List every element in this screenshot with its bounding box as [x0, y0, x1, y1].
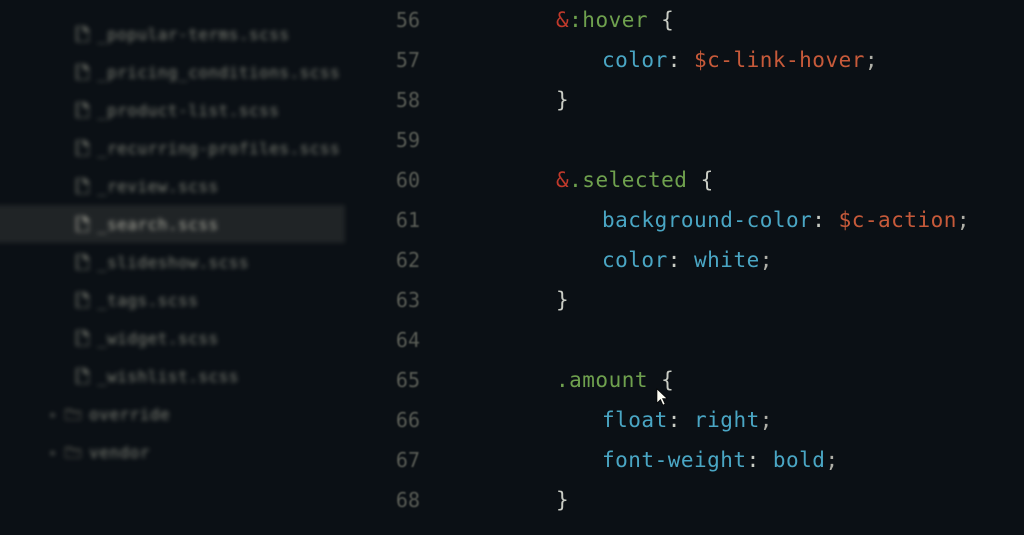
file-icon — [75, 254, 89, 270]
code-editor[interactable]: &:hover { color: $c-link-hover; } &.sele… — [430, 0, 1024, 535]
file-item-active[interactable]: _search.scss — [0, 205, 345, 243]
file-item[interactable]: _tags.scss — [55, 281, 365, 319]
file-label: _popular-terms.scss — [97, 25, 290, 44]
line-number: 68 — [365, 480, 430, 520]
code-line: } — [510, 80, 1024, 120]
file-item[interactable]: _widget.scss — [55, 319, 365, 357]
code-line — [510, 120, 1024, 160]
file-icon — [75, 26, 89, 42]
file-label: _review.scss — [97, 177, 219, 196]
line-number: 58 — [365, 80, 430, 120]
file-item[interactable]: _recurring-profiles.scss — [55, 129, 365, 167]
code-line: } — [510, 480, 1024, 520]
file-icon — [75, 292, 89, 308]
file-item[interactable]: _popular-terms.scss — [55, 15, 365, 53]
line-number: 57 — [365, 40, 430, 80]
file-label: _widget.scss — [97, 329, 219, 348]
line-number: 62 — [365, 240, 430, 280]
file-item[interactable]: _product-list.scss — [55, 91, 365, 129]
line-number: 61 — [365, 200, 430, 240]
code-line: &.selected { — [510, 160, 1024, 200]
code-line: .amount { — [510, 360, 1024, 400]
file-label: _search.scss — [97, 215, 219, 234]
file-label: _recurring-profiles.scss — [97, 139, 340, 158]
file-item[interactable]: _slideshow.scss — [55, 243, 365, 281]
code-line: float: right; — [510, 400, 1024, 440]
file-icon — [75, 178, 89, 194]
file-item[interactable]: _wishlist.scss — [55, 357, 365, 395]
file-label: _slideshow.scss — [97, 253, 249, 272]
file-label: _tags.scss — [97, 291, 198, 310]
file-icon — [75, 368, 89, 384]
line-number-gutter: 56 57 58 59 60 61 62 63 64 65 66 67 68 — [365, 0, 430, 535]
code-line: color: $c-link-hover; — [510, 40, 1024, 80]
code-line: font-weight: bold; — [510, 440, 1024, 480]
file-label: _wishlist.scss — [97, 367, 239, 386]
folder-icon — [65, 408, 81, 420]
folder-label: override — [89, 405, 170, 424]
file-tree: _popular-terms.scss _pricing_conditions.… — [0, 0, 365, 535]
file-label: _product-list.scss — [97, 101, 279, 120]
code-line: background-color: $c-action; — [510, 200, 1024, 240]
file-icon — [75, 216, 89, 232]
code-line: color: white; — [510, 240, 1024, 280]
file-icon — [75, 330, 89, 346]
code-line: } — [510, 280, 1024, 320]
line-number: 59 — [365, 120, 430, 160]
chevron-right-icon: ▸ — [50, 446, 57, 459]
file-item[interactable]: _pricing_conditions.scss — [55, 53, 365, 91]
file-item[interactable]: _review.scss — [55, 167, 365, 205]
line-number: 63 — [365, 280, 430, 320]
folder-item[interactable]: ▸ vendor — [30, 433, 365, 471]
line-number: 67 — [365, 440, 430, 480]
file-label: _pricing_conditions.scss — [97, 63, 340, 82]
file-icon — [75, 102, 89, 118]
folder-label: vendor — [89, 443, 150, 462]
code-line: &:hover { — [510, 0, 1024, 40]
file-icon — [75, 64, 89, 80]
code-line — [510, 320, 1024, 360]
chevron-right-icon: ▸ — [50, 408, 57, 421]
folder-item[interactable]: ▸ override — [30, 395, 365, 433]
line-number: 60 — [365, 160, 430, 200]
folder-icon — [65, 446, 81, 458]
line-number: 64 — [365, 320, 430, 360]
line-number: 66 — [365, 400, 430, 440]
file-icon — [75, 140, 89, 156]
line-number: 65 — [365, 360, 430, 400]
line-number: 56 — [365, 0, 430, 40]
